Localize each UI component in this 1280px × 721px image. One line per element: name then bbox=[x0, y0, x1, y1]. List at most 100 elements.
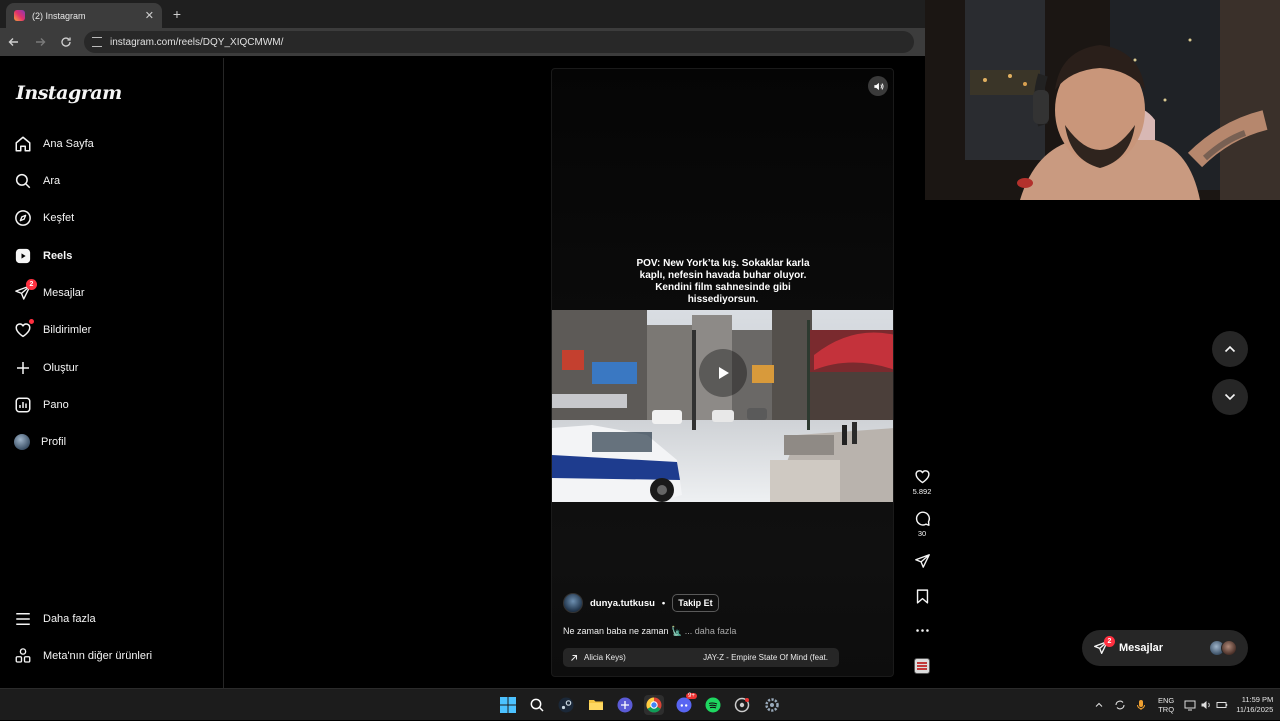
system-tray: ENG TRQ 11:59 PM 11/16/2025 bbox=[1094, 689, 1273, 721]
sidebar-item-label: Ana Sayfa bbox=[43, 138, 94, 150]
mute-button[interactable] bbox=[868, 76, 888, 96]
sidebar-item-home[interactable]: Ana Sayfa bbox=[14, 130, 214, 158]
reel-player[interactable]: POV: New York’ta kış. Sokaklar karla kap… bbox=[551, 68, 894, 677]
new-tab-button[interactable]: + bbox=[168, 5, 186, 23]
search-icon bbox=[15, 173, 31, 189]
sidebar-item-search[interactable]: Ara bbox=[14, 167, 214, 195]
chrome-icon bbox=[646, 697, 662, 713]
more-link[interactable]: ... daha fazla bbox=[685, 626, 737, 636]
sidebar-item-label: Pano bbox=[43, 399, 69, 411]
clock-date: 11/16/2025 bbox=[1236, 705, 1274, 714]
sidebar-item-notifications[interactable]: Bildirimler bbox=[14, 316, 214, 344]
reload-icon bbox=[61, 37, 71, 47]
like-action[interactable]: 5.892 bbox=[911, 468, 933, 496]
sidebar-item-create[interactable]: Oluştur bbox=[14, 354, 214, 382]
instagram-logo[interactable]: Instagram bbox=[16, 82, 122, 104]
meta-products-button[interactable]: Meta'nın diğer ürünleri bbox=[14, 642, 214, 670]
video-frame bbox=[552, 310, 893, 502]
taskbar-spotify[interactable] bbox=[703, 695, 723, 715]
comment-action[interactable]: 30 bbox=[911, 510, 933, 538]
microphone-icon[interactable] bbox=[1136, 699, 1146, 711]
sidebar-item-label: Ara bbox=[43, 175, 61, 187]
notification-dot bbox=[29, 319, 34, 324]
site-info-icon[interactable] bbox=[92, 37, 102, 47]
discord-badge: 9+ bbox=[686, 693, 697, 699]
battery-icon[interactable] bbox=[1216, 699, 1228, 711]
more-options-action[interactable] bbox=[911, 622, 933, 639]
plus-icon bbox=[17, 362, 29, 374]
arrow-right-icon bbox=[36, 38, 46, 46]
conversation-avatars bbox=[1209, 640, 1237, 656]
sidebar-item-label: Reels bbox=[43, 250, 73, 262]
follow-button[interactable]: Takip Et bbox=[672, 594, 719, 612]
webcam-overlay bbox=[925, 0, 1280, 200]
hamburger-icon bbox=[16, 613, 30, 625]
sidebar-item-label: Keşfet bbox=[43, 212, 75, 224]
sidebar-item-explore[interactable]: Keşfet bbox=[14, 204, 214, 232]
video-caption-overlay: POV: New York’ta kış. Sokaklar karla kap… bbox=[636, 258, 810, 305]
forward-button[interactable] bbox=[28, 30, 52, 54]
more-horizontal-icon bbox=[915, 629, 929, 632]
like-count: 5.892 bbox=[912, 487, 932, 496]
spotify-icon bbox=[705, 697, 721, 713]
more-label: Daha fazla bbox=[43, 613, 96, 625]
clock[interactable]: 11:59 PM 11/16/2025 bbox=[1236, 695, 1273, 715]
lang-bottom: TRQ bbox=[1158, 705, 1175, 714]
address-bar[interactable]: instagram.com/reels/DQY_XIQCMWM/ bbox=[84, 31, 914, 53]
sidebar-item-messages[interactable]: 2 Mesajlar bbox=[14, 279, 214, 307]
taskbar-search-button[interactable] bbox=[527, 695, 547, 715]
separator-dot: • bbox=[661, 597, 666, 609]
sidebar-item-dashboard[interactable]: Pano bbox=[14, 391, 214, 419]
next-reel-button[interactable] bbox=[1212, 379, 1248, 415]
browser-tab-strip: (2) Instagram ✕ + bbox=[0, 0, 925, 28]
taskbar-steam[interactable] bbox=[556, 695, 576, 715]
sidebar-item-label: Oluştur bbox=[43, 362, 79, 374]
url-text: instagram.com/reels/DQY_XIQCMWM/ bbox=[110, 36, 284, 48]
arrow-left-icon bbox=[8, 38, 18, 46]
app-circle-icon bbox=[617, 697, 633, 713]
windows-icon bbox=[500, 697, 516, 713]
messages-pill-button[interactable]: 2 Mesajlar bbox=[1082, 630, 1248, 666]
author-avatar[interactable] bbox=[563, 593, 583, 613]
author-username[interactable]: dunya.tutkusu bbox=[590, 598, 655, 609]
lang-top: ENG bbox=[1158, 696, 1175, 705]
more-menu-button[interactable]: Daha fazla bbox=[14, 605, 214, 633]
comment-count: 30 bbox=[917, 529, 927, 538]
messages-pill-badge: 2 bbox=[1104, 636, 1115, 647]
streamer-camera-image bbox=[925, 0, 1280, 200]
speaker-icon bbox=[873, 82, 883, 90]
play-button[interactable] bbox=[699, 349, 747, 397]
taskbar-file-explorer[interactable] bbox=[586, 695, 606, 715]
search-icon bbox=[530, 698, 544, 712]
arrow-up-right-icon bbox=[571, 654, 577, 661]
send-icon bbox=[914, 554, 930, 568]
save-action[interactable] bbox=[911, 588, 933, 605]
tab-title: (2) Instagram bbox=[32, 10, 86, 21]
previous-reel-button[interactable] bbox=[1212, 331, 1248, 367]
sidebar-item-profile[interactable]: Profil bbox=[14, 428, 214, 456]
music-artist: Alicia Keys) bbox=[584, 653, 626, 662]
chevron-up-icon[interactable] bbox=[1094, 700, 1104, 710]
network-icon[interactable] bbox=[1184, 699, 1196, 711]
language-indicator[interactable]: ENG TRQ bbox=[1158, 696, 1174, 714]
back-button[interactable] bbox=[2, 30, 26, 54]
browser-tab[interactable]: (2) Instagram ✕ bbox=[6, 3, 162, 28]
taskbar-settings[interactable] bbox=[762, 695, 782, 715]
messages-pill-label: Mesajlar bbox=[1119, 642, 1164, 654]
taskbar-app-blue[interactable] bbox=[615, 695, 635, 715]
reload-button[interactable] bbox=[54, 30, 78, 54]
audio-thumbnail[interactable] bbox=[914, 658, 930, 674]
home-icon bbox=[15, 136, 31, 152]
taskbar-chrome[interactable] bbox=[644, 695, 664, 715]
sync-icon[interactable] bbox=[1114, 699, 1126, 711]
share-action[interactable] bbox=[911, 553, 933, 570]
start-button[interactable] bbox=[498, 695, 518, 715]
music-info[interactable]: Alicia Keys) JAY-Z - Empire State Of Min… bbox=[563, 648, 839, 667]
avatar bbox=[1221, 640, 1237, 656]
sidebar-item-reels[interactable]: Reels bbox=[14, 242, 214, 270]
description-text: Ne zaman baba ne zaman 🗽 bbox=[563, 626, 683, 636]
taskbar-discord[interactable]: 9+ bbox=[674, 693, 697, 715]
taskbar-app-gray[interactable] bbox=[732, 695, 752, 715]
tab-close-icon[interactable]: ✕ bbox=[145, 9, 154, 22]
volume-icon[interactable] bbox=[1200, 699, 1212, 711]
